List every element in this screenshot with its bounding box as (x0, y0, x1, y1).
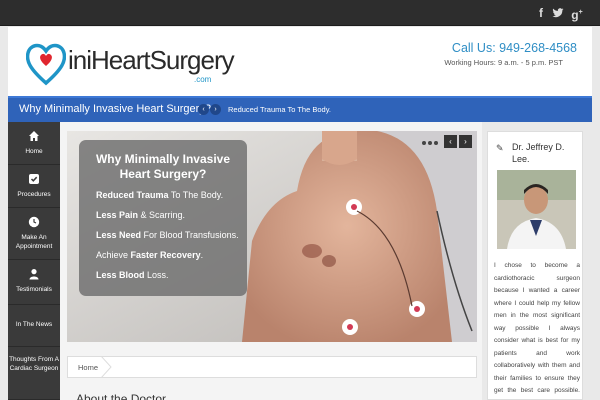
slider-dot[interactable] (422, 141, 426, 145)
slider-benefit: Less Need For Blood Transfusions. (96, 230, 239, 240)
nav-item-testimonials[interactable]: Testimonials (8, 260, 60, 305)
nav-item-label: Home (25, 148, 43, 155)
nav-item-procedures[interactable]: Procedures (8, 165, 60, 208)
nav-item-in-the-news[interactable]: In The News (8, 305, 60, 347)
nav-item-home[interactable]: Home (8, 122, 60, 165)
nav-item-label: Procedures (17, 191, 51, 198)
ticker-prev-button[interactable]: ‹ (198, 104, 209, 115)
working-hours: Working Hours: 9 a.m. - 5 p.m. PST (444, 58, 563, 67)
headline-ticker-bar: Why Minimally Invasive Heart Surgery? ‹ … (8, 96, 592, 122)
nav-item-label: In The News (15, 321, 53, 328)
breadcrumb-home-link[interactable]: Home (78, 363, 98, 372)
slider-dot[interactable] (434, 141, 438, 145)
checkbox-icon (29, 174, 39, 184)
top-bar: f g+ (0, 0, 600, 26)
clock-icon (28, 216, 40, 228)
breadcrumb: Home (67, 356, 477, 378)
side-navigation: Home Procedures Make An Appointment Test… (8, 122, 60, 400)
nav-item-appointment[interactable]: Make An Appointment (8, 208, 60, 260)
site-header: iniHeartSurgery .com Call Us: 949-268-45… (8, 27, 592, 96)
breadcrumb-separator-icon (101, 356, 112, 378)
slider-benefit: Reduced Trauma To The Body. (96, 190, 224, 200)
user-icon (29, 269, 39, 280)
slider-benefit: Less Pain & Scarring. (96, 210, 186, 220)
call-us-phone[interactable]: Call Us: 949-268-4568 (452, 41, 577, 55)
doctor-photo (497, 170, 576, 249)
doctor-bio-widget: ✎ Dr. Jeffrey D. Lee. I chose to become … (487, 131, 583, 400)
nav-item-label: Thoughts From A Cardiac Surgeon (9, 356, 59, 372)
twitter-icon[interactable] (550, 4, 566, 22)
nav-item-label: Testimonials (16, 286, 52, 293)
nav-item-thoughts[interactable]: Thoughts From A Cardiac Surgeon (8, 347, 60, 400)
nav-item-label: Make An Appointment (15, 234, 53, 250)
logo-wordmark: iniHeartSurgery (68, 45, 235, 75)
slider-dot[interactable] (428, 141, 432, 145)
logo-domain-suffix: .com (194, 75, 212, 84)
ticker-text: Reduced Trauma To The Body. (228, 105, 331, 114)
google-plus-icon[interactable]: g+ (569, 4, 585, 22)
home-icon (29, 131, 39, 141)
slider-caption: Why Minimally Invasive Heart Surgery? Re… (79, 140, 247, 296)
slider-next-button[interactable]: › (459, 135, 472, 148)
pencil-icon: ✎ (496, 143, 504, 153)
slider-title: Why Minimally Invasive Heart Surgery? (95, 152, 231, 181)
heart-logo-icon (26, 43, 66, 86)
site-logo[interactable]: iniHeartSurgery .com (26, 39, 236, 87)
ticker-next-button[interactable]: › (210, 104, 221, 115)
slider-benefit: Less Blood Loss. (96, 270, 169, 280)
facebook-icon[interactable]: f (533, 4, 549, 22)
slider-benefit: Achieve Faster Recovery. (96, 250, 204, 260)
page-heading: About the Doctor (76, 392, 167, 400)
doctor-bio-text: I chose to become a cardiothoracic surge… (494, 262, 580, 400)
slider-prev-button[interactable]: ‹ (444, 135, 457, 148)
ticker-title: Why Minimally Invasive Heart Surgery? (19, 103, 211, 115)
doctor-name: Dr. Jeffrey D. Lee. (512, 142, 565, 164)
